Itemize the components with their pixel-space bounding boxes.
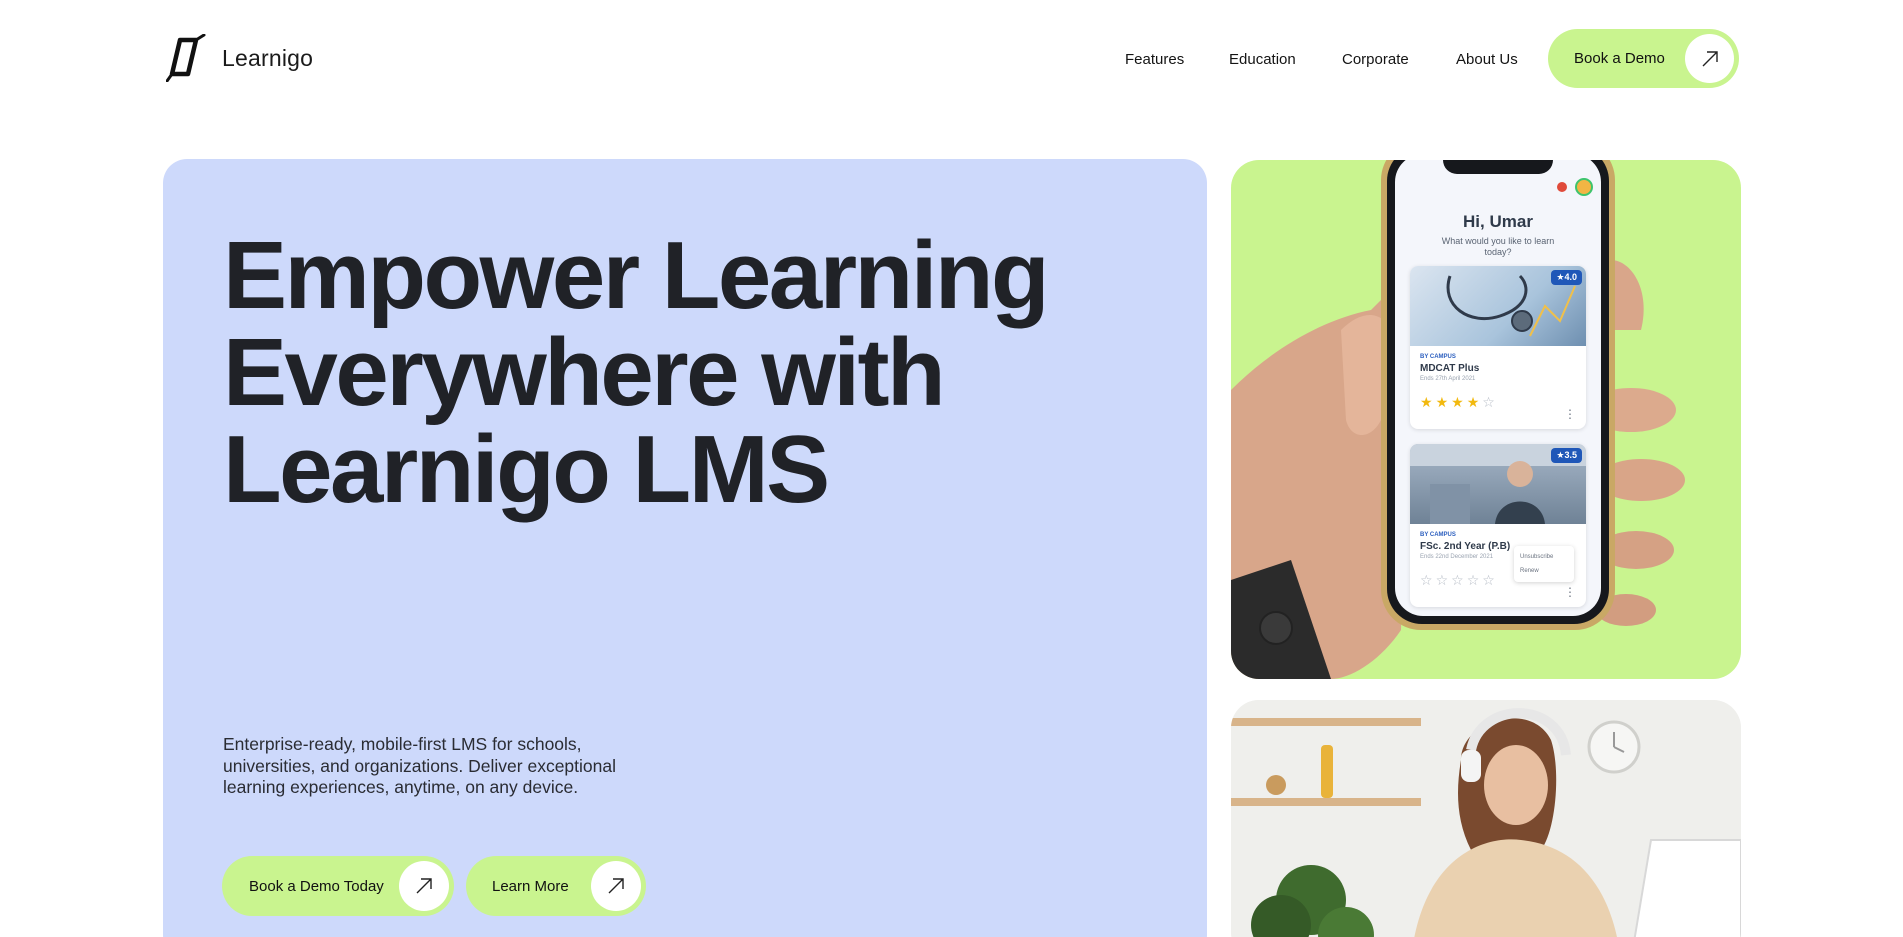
star-outline-icon: ☆ [1451,572,1464,588]
nav-item-corporate[interactable]: Corporate [1342,51,1409,68]
book-demo-label: Book a Demo [1574,50,1665,67]
star-icon: ★ [1420,394,1433,410]
star-icon: ★ [1466,394,1480,410]
star-icon: ★ [1451,394,1464,410]
nav-item-features[interactable]: Features [1125,51,1184,68]
hero-title-line-2: Everywhere with [223,319,946,426]
learnigo-logo-icon [166,34,206,82]
star-outline-icon: ☆ [1466,572,1480,588]
course-provider: BY CAMPUS [1420,354,1456,360]
star-outline-icon: ☆ [1482,572,1495,588]
app-prompt: What would you like to learn today? [1441,236,1555,257]
course-date: Ends 27th April 2021 [1420,376,1476,382]
book-demo-button[interactable]: Book a Demo [1548,29,1739,88]
menu-item-unsubscribe[interactable]: Unsubscribe [1520,550,1568,564]
course-options-menu: Unsubscribe Renew [1514,546,1574,582]
menu-item-renew[interactable]: Renew [1520,564,1568,578]
hero-title-line-3: Learnigo LMS [223,416,830,523]
course-card: ★3.5 BY CAMPUS FSc. 2nd Year (P.B) Ends … [1410,444,1586,607]
hero-title: Empower Learning Everywhere with Learnig… [223,222,1050,523]
nav-item-education[interactable]: Education [1229,51,1296,68]
brand-logo[interactable]: Learnigo [166,34,313,82]
course-stars: ★ ★ ★ ★ ☆ [1420,394,1586,411]
phone-screen: Hi, Umar What would you like to learn to… [1395,160,1601,616]
notification-bell-icon [1557,182,1567,192]
hero-title-line-1: Empower Learning [223,222,1050,329]
phone-app-card: Hi, Umar What would you like to learn to… [1231,160,1741,679]
hero-card: Empower Learning Everywhere with Learnig… [163,159,1207,937]
arrow-up-right-icon [591,861,641,911]
app-greeting: Hi, Umar [1463,212,1533,231]
nav-item-about-us[interactable]: About Us [1456,51,1518,68]
learn-more-button[interactable]: Learn More [466,856,646,916]
course-rating-badge: ★4.0 [1551,270,1582,285]
star-outline-icon: ☆ [1420,572,1433,588]
star-outline-icon: ☆ [1435,572,1449,588]
avatar [1575,178,1593,196]
brand-name: Learnigo [222,44,314,71]
star-icon: ★ [1435,394,1449,410]
hero-subtitle: Enterprise-ready, mobile-first LMS for s… [223,734,616,797]
course-title: MDCAT Plus [1420,363,1480,374]
arrow-up-right-icon [1685,34,1734,83]
more-vertical-icon[interactable]: ⋮ [1564,585,1576,599]
course-image: ★4.0 [1410,266,1586,346]
student-photo-card [1231,700,1741,937]
course-rating-badge: ★3.5 [1551,448,1582,463]
arrow-up-right-icon [399,861,449,911]
book-demo-today-button[interactable]: Book a Demo Today [222,856,454,916]
book-demo-today-label: Book a Demo Today [249,877,384,895]
more-vertical-icon[interactable]: ⋮ [1564,407,1576,421]
course-provider: BY CAMPUS [1420,532,1456,538]
course-card: ★4.0 BY CAMPUS MDCAT Plus Ends 27th Apri… [1410,266,1586,429]
phone-mockup: Hi, Umar What would you like to learn to… [1381,160,1615,630]
star-outline-icon: ☆ [1482,394,1495,410]
learn-more-label: Learn More [492,877,569,895]
student-with-headphones-image [1231,700,1741,937]
course-image: ★3.5 [1410,444,1586,524]
